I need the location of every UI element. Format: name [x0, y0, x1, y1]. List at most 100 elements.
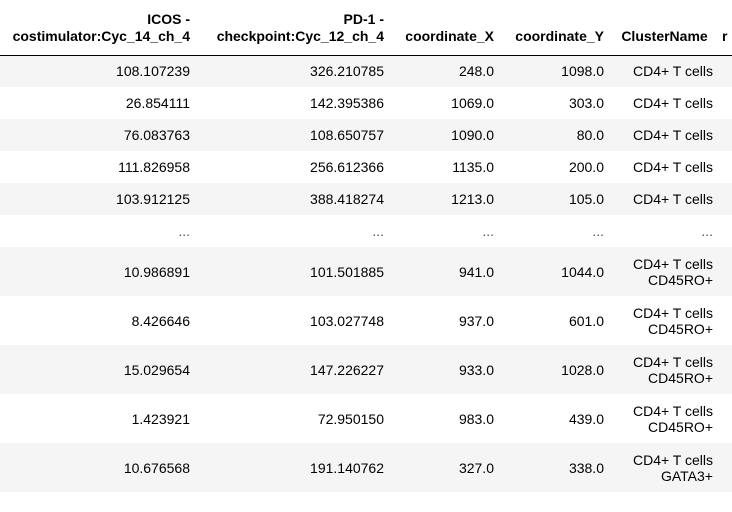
cell-truncated — [719, 55, 732, 87]
cell-truncated — [719, 215, 732, 247]
cell-cluster-name: CD4+ T cells GATA3+ — [610, 443, 719, 492]
column-header-icos: ICOS - costimulator:Cyc_14_ch_4 — [0, 0, 196, 56]
cell-truncated — [719, 443, 732, 492]
cell-cluster-name: ... — [610, 215, 719, 247]
cluster-name-line: CD4+ T cells — [632, 159, 713, 175]
cell-cluster-name: CD4+ T cells — [610, 87, 719, 119]
column-header-coordinate-y: coordinate_Y — [500, 0, 610, 56]
table-row: 10.986891 101.501885 941.0 1044.0 CD4+ T cel… — [0, 247, 732, 296]
cell-coordinate-y: 1028.0 — [500, 345, 610, 394]
cell-coordinate-y: 601.0 — [500, 296, 610, 345]
cell-coordinate-y: 80.0 — [500, 119, 610, 151]
cell-icos: ... — [0, 215, 196, 247]
cell-pd1: 72.950150 — [196, 394, 390, 443]
column-header-line: checkpoint:Cyc_12_ch_4 — [216, 27, 384, 44]
column-header-line: PD-1 - — [343, 10, 384, 27]
cell-coordinate-y: 200.0 — [500, 151, 610, 183]
column-header-line: costimulator:Cyc_14_ch_4 — [12, 27, 190, 44]
cell-coordinate-x: 1090.0 — [390, 119, 500, 151]
cell-coordinate-x: 983.0 — [390, 394, 500, 443]
column-header-pd1: PD-1 - checkpoint:Cyc_12_ch_4 — [196, 0, 390, 56]
cell-cluster-name: CD4+ T cells CD45RO+ — [610, 296, 719, 345]
cell-coordinate-x: ... — [390, 215, 500, 247]
cell-icos: 76.083763 — [0, 119, 196, 151]
cell-coordinate-y: 439.0 — [500, 394, 610, 443]
column-header-cluster-name: ClusterName — [610, 0, 719, 56]
cell-pd1: 101.501885 — [196, 247, 390, 296]
cell-coordinate-x: 1069.0 — [390, 87, 500, 119]
table-row: 76.083763 108.650757 1090.0 80.0 CD4+ T cell… — [0, 119, 732, 151]
cell-pd1: 191.140762 — [196, 443, 390, 492]
cell-truncated — [719, 119, 732, 151]
table-row: 111.826958 256.612366 1135.0 200.0 CD4+ T ce… — [0, 151, 732, 183]
cluster-name-line: CD45RO+ — [648, 271, 713, 288]
cell-icos: 111.826958 — [0, 151, 196, 183]
cell-icos: 1.423921 — [0, 394, 196, 443]
cell-pd1: 103.027748 — [196, 296, 390, 345]
cell-pd1: 108.650757 — [196, 119, 390, 151]
cell-coordinate-y: 1098.0 — [500, 55, 610, 87]
table-body: 108.107239 326.210785 248.0 1098.0 CD4+ T ce… — [0, 55, 732, 492]
cell-coordinate-x: 1213.0 — [390, 183, 500, 215]
table-row: 108.107239 326.210785 248.0 1098.0 CD4+ T ce… — [0, 55, 732, 87]
cell-pd1: 326.210785 — [196, 55, 390, 87]
cluster-name-line: CD4+ T cells — [632, 451, 713, 468]
cell-truncated — [719, 345, 732, 394]
cell-coordinate-x: 941.0 — [390, 247, 500, 296]
cell-pd1: 142.395386 — [196, 87, 390, 119]
cell-coordinate-x: 248.0 — [390, 55, 500, 87]
table-row: 8.426646 103.027748 937.0 601.0 CD4+ T cells… — [0, 296, 732, 345]
cell-truncated — [719, 183, 732, 215]
cell-coordinate-y: ... — [500, 215, 610, 247]
cell-truncated — [719, 296, 732, 345]
cell-pd1: 147.226227 — [196, 345, 390, 394]
cell-truncated — [719, 87, 732, 119]
table-header: ICOS - costimulator:Cyc_14_ch_4 PD-1 - c… — [0, 0, 732, 56]
table-row: ............... — [0, 215, 732, 247]
dataframe-output: ICOS - costimulator:Cyc_14_ch_4 PD-1 - c… — [0, 0, 732, 512]
cell-coordinate-x: 937.0 — [390, 296, 500, 345]
cell-icos: 8.426646 — [0, 296, 196, 345]
cluster-name-line: CD4+ T cells — [632, 402, 713, 419]
cluster-name-line: CD4+ T cells — [632, 127, 713, 143]
cell-pd1: 256.612366 — [196, 151, 390, 183]
column-header-coordinate-x: coordinate_X — [390, 0, 500, 56]
table-row: 10.676568 191.140762 327.0 338.0 CD4+ T cell… — [0, 443, 732, 492]
cluster-name-line: CD4+ T cells — [632, 191, 713, 207]
cell-coordinate-x: 327.0 — [390, 443, 500, 492]
table-row: 15.029654 147.226227 933.0 1028.0 CD4+ T cel… — [0, 345, 732, 394]
cell-cluster-name: CD4+ T cells CD45RO+ — [610, 345, 719, 394]
column-header-truncated: r — [719, 0, 732, 56]
table-row: 26.854111 142.395386 1069.0 303.0 CD4+ T cel… — [0, 87, 732, 119]
cell-coordinate-y: 1044.0 — [500, 247, 610, 296]
cell-coordinate-y: 105.0 — [500, 183, 610, 215]
cell-cluster-name: CD4+ T cells — [610, 183, 719, 215]
cell-cluster-name: CD4+ T cells — [610, 119, 719, 151]
cell-icos: 10.676568 — [0, 443, 196, 492]
cluster-name-line: CD45RO+ — [648, 320, 713, 337]
column-header-line: r — [722, 27, 728, 44]
column-header-line: ClusterName — [621, 27, 708, 44]
cluster-name-line: CD4+ T cells — [632, 304, 713, 321]
cell-icos: 108.107239 — [0, 55, 196, 87]
cell-cluster-name: CD4+ T cells — [610, 151, 719, 183]
cluster-name-line: ... — [701, 223, 713, 239]
table-row: 1.423921 72.950150 983.0 439.0 CD4+ T cells C… — [0, 394, 732, 443]
cluster-name-line: CD4+ T cells — [632, 255, 713, 272]
cell-cluster-name: CD4+ T cells CD45RO+ — [610, 247, 719, 296]
column-header-line: coordinate_Y — [515, 27, 604, 44]
cell-pd1: ... — [196, 215, 390, 247]
column-header-line: ICOS - — [147, 10, 190, 27]
cell-icos: 103.912125 — [0, 183, 196, 215]
cluster-name-line: CD4+ T cells — [632, 353, 713, 370]
table-row: 103.912125 388.418274 1213.0 105.0 CD4+ T ce… — [0, 183, 732, 215]
cell-coordinate-y: 303.0 — [500, 87, 610, 119]
cell-cluster-name: CD4+ T cells CD45RO+ — [610, 394, 719, 443]
column-header-line: coordinate_X — [405, 27, 494, 44]
cell-coordinate-x: 1135.0 — [390, 151, 500, 183]
cluster-name-line: CD4+ T cells — [632, 95, 713, 111]
header-row: ICOS - costimulator:Cyc_14_ch_4 PD-1 - c… — [0, 0, 732, 56]
cluster-name-line: CD45RO+ — [648, 369, 713, 386]
cluster-name-line: CD4+ T cells — [632, 63, 713, 80]
cluster-name-line: CD45RO+ — [648, 418, 713, 435]
